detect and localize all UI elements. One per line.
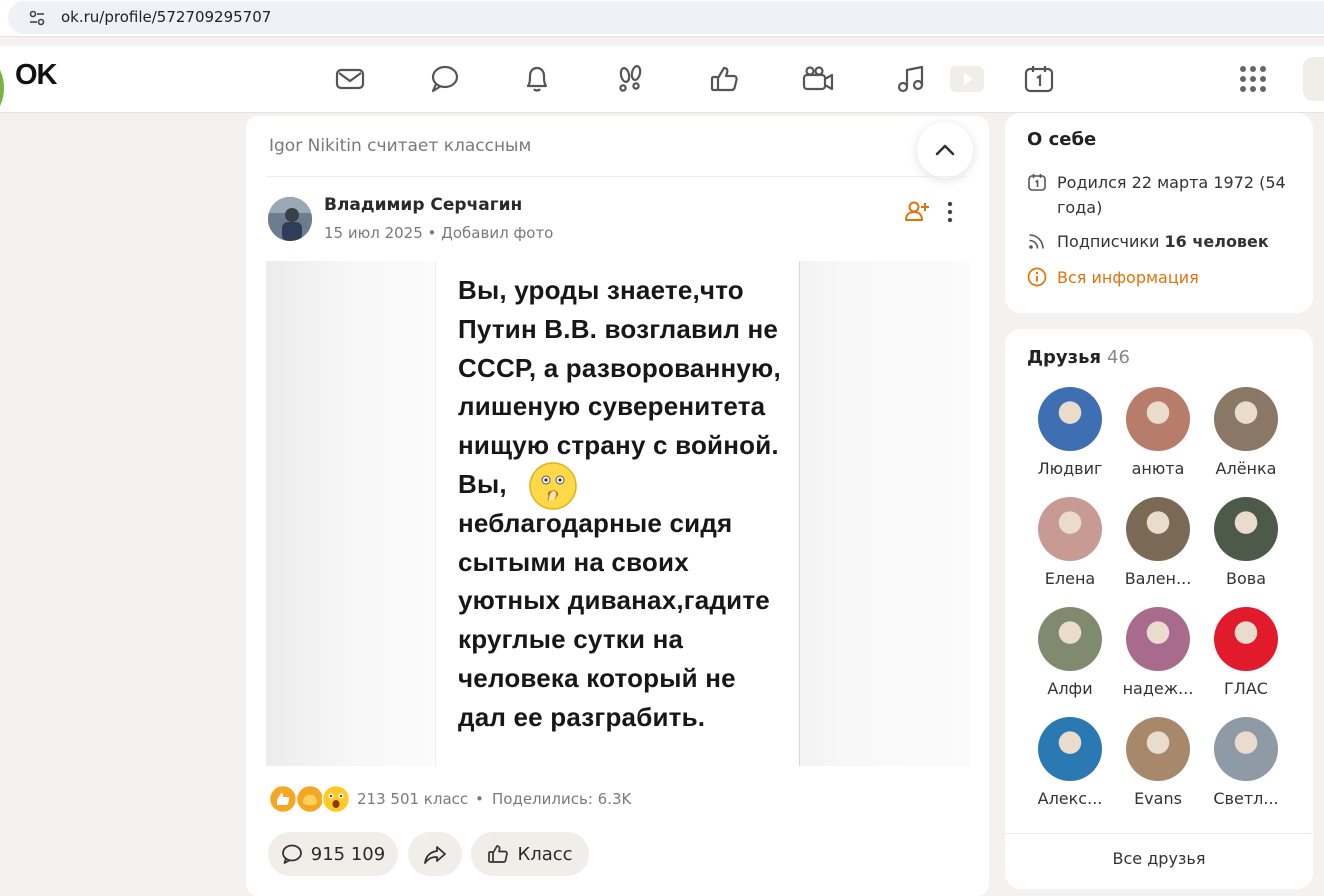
friends-card: Друзья 46 Людвиг анюта Алёнка Елена Вален...… <box>1005 329 1313 889</box>
collapse-button[interactable] <box>917 122 973 178</box>
meta-separator: • <box>422 224 442 242</box>
ok-logo[interactable]: OK <box>15 59 57 92</box>
post-meta: 15 июл 2025 • Добавил фото <box>324 224 553 242</box>
more-options-icon[interactable] <box>942 200 958 224</box>
photo-text: Вы, уроды знаете,что Путин В.В. возглави… <box>458 275 781 732</box>
feed-card: Igor Nikitin считает классным Владимир С… <box>246 116 989 896</box>
all-info-text: Вся информация <box>1057 268 1199 287</box>
all-friends-link[interactable]: Все друзья <box>1005 849 1313 868</box>
video-camera-icon[interactable] <box>801 62 835 96</box>
chat-icon[interactable] <box>427 62 461 96</box>
about-card: О себе Родился 22 марта 1972 (54 года) П… <box>1005 113 1313 313</box>
friend-item[interactable]: надеж... <box>1117 607 1199 707</box>
apps-grid-icon[interactable] <box>1238 64 1268 94</box>
friend-name: Алёнка <box>1215 459 1277 478</box>
friend-avatar[interactable] <box>1126 387 1190 451</box>
browser-address-bar: ok.ru/profile/572709295707 <box>0 0 1324 37</box>
thumbs-up-icon[interactable] <box>708 62 742 96</box>
friend-name: анюта <box>1131 459 1185 478</box>
post-author-name[interactable]: Владимир Серчагин <box>324 195 522 215</box>
photo-right-margin <box>799 261 970 766</box>
friend-item[interactable]: Вален... <box>1117 497 1199 597</box>
comments-count: 915 109 <box>310 843 386 865</box>
friend-avatar[interactable] <box>1214 717 1278 781</box>
thumbs-up-icon <box>488 845 509 863</box>
friend-avatar[interactable] <box>1214 497 1278 561</box>
birth-text: Родился 22 марта 1972 (54 года) <box>1057 173 1286 217</box>
url-text: ok.ru/profile/572709295707 <box>61 8 272 26</box>
friend-name: Алфи <box>1047 679 1093 698</box>
friend-name: ГЛАС <box>1224 679 1268 698</box>
friend-avatar[interactable] <box>1126 497 1190 561</box>
friend-name: надеж... <box>1122 679 1194 698</box>
bell-icon[interactable] <box>520 62 554 96</box>
friend-item[interactable]: Алфи <box>1029 607 1111 707</box>
author-avatar[interactable] <box>268 197 312 241</box>
stats-separator: • <box>475 790 484 808</box>
divider <box>1005 833 1313 834</box>
divider <box>266 176 966 177</box>
friend-item[interactable]: Вова <box>1205 497 1287 597</box>
friend-avatar[interactable] <box>1214 387 1278 451</box>
rss-icon <box>1029 234 1044 249</box>
music-note-icon[interactable] <box>894 62 928 96</box>
friends-count: 46 <box>1107 347 1130 368</box>
friend-item[interactable]: Светл... <box>1205 717 1287 817</box>
person-photo-icon <box>268 197 312 241</box>
shares-count[interactable]: Поделились: 6.3K <box>492 790 631 808</box>
post-photo[interactable]: Вы, уроды знаете,что Путин В.В. возглави… <box>266 261 970 766</box>
calendar-icon <box>1028 174 1046 191</box>
friend-name: Елена <box>1044 569 1096 588</box>
comment-icon <box>281 844 302 864</box>
post-action: Добавил фото <box>441 224 554 242</box>
friend-avatar[interactable] <box>1038 607 1102 671</box>
calendar-icon[interactable] <box>1022 62 1056 96</box>
url-field[interactable]: ok.ru/profile/572709295707 <box>8 1 1324 34</box>
friend-avatar[interactable] <box>1126 607 1190 671</box>
share-arrow-icon <box>424 846 446 864</box>
footprints-icon[interactable] <box>614 62 648 96</box>
friends-title[interactable]: Друзья <box>1027 347 1101 368</box>
friend-avatar[interactable] <box>1126 717 1190 781</box>
friend-avatar[interactable] <box>1038 497 1102 561</box>
friend-avatar[interactable] <box>1038 387 1102 451</box>
subscribers-value: 16 человек <box>1164 232 1269 251</box>
site-info-icon[interactable] <box>28 9 46 27</box>
comments-button[interactable]: 915 109 <box>268 832 398 876</box>
friend-avatar[interactable] <box>1214 607 1278 671</box>
like-label: Класс <box>517 843 573 865</box>
friend-name: Вален... <box>1124 569 1192 588</box>
share-button[interactable] <box>408 832 462 876</box>
about-title: О себе <box>1027 129 1097 150</box>
friend-name: Вова <box>1226 569 1266 588</box>
envelope-icon[interactable] <box>333 62 367 96</box>
friend-name: Светл... <box>1213 789 1279 808</box>
friend-item[interactable]: ГЛАС <box>1205 607 1287 707</box>
liked-by-note[interactable]: Igor Nikitin считает классным <box>269 136 531 156</box>
like-button[interactable]: Класс <box>471 832 589 876</box>
post-date[interactable]: 15 июл 2025 <box>324 224 423 242</box>
friend-name: Людвиг <box>1037 459 1103 478</box>
reactions-count[interactable]: 213 501 класс <box>357 790 468 808</box>
friend-item[interactable]: Людвиг <box>1029 387 1111 487</box>
friend-item[interactable]: Алёнка <box>1205 387 1287 487</box>
friend-item[interactable]: Елена <box>1029 497 1111 597</box>
profile-menu-button[interactable] <box>1303 57 1324 101</box>
leaf-decoration-icon <box>0 70 4 106</box>
friend-item[interactable]: анюта <box>1117 387 1199 487</box>
subscribers-label: Подписчики <box>1057 232 1165 251</box>
play-badge-icon[interactable] <box>950 64 984 94</box>
info-icon <box>1027 267 1047 287</box>
reaction-icons[interactable] <box>268 784 352 814</box>
friend-name: Evans <box>1134 789 1182 808</box>
friend-name: Алекс... <box>1037 789 1103 808</box>
friend-item[interactable]: Алекс... <box>1029 717 1111 817</box>
chevron-up-icon <box>935 144 955 156</box>
shush-emoji-icon <box>529 462 577 510</box>
friend-item[interactable]: Evans <box>1117 717 1199 817</box>
friend-avatar[interactable] <box>1038 717 1102 781</box>
top-navigation: OK <box>0 46 1324 113</box>
add-friend-icon[interactable] <box>904 198 930 224</box>
